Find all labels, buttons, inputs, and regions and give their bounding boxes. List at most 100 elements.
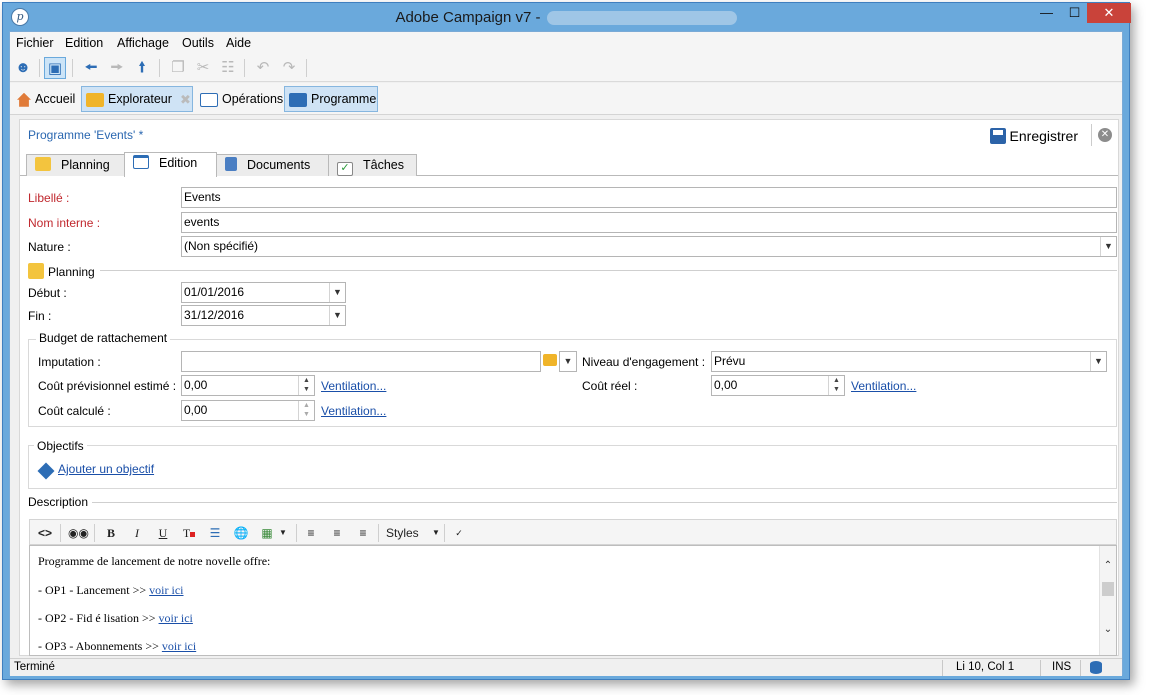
- align-right-icon[interactable]: ≡: [354, 524, 372, 542]
- minimize-button[interactable]: —: [1033, 3, 1060, 23]
- nature-label: Nature :: [28, 240, 71, 254]
- chevron-down-icon[interactable]: ▼: [329, 306, 345, 325]
- computed-cost-value: 0,00: [184, 403, 208, 417]
- underline-icon[interactable]: U: [154, 524, 172, 542]
- computed-cost-spinner[interactable]: ▲ ▼: [298, 401, 314, 420]
- forward-arrow-icon[interactable]: 🠚: [106, 57, 128, 79]
- spin-down-icon[interactable]: ▼: [299, 385, 314, 394]
- menu-outils[interactable]: Outils: [182, 36, 214, 50]
- spin-down-icon[interactable]: ▼: [829, 385, 844, 394]
- description-text: - OP1 - Lancement >>: [38, 583, 150, 597]
- scroll-up-icon[interactable]: ⌃: [1100, 558, 1116, 574]
- tab-tasks[interactable]: ✓ Tâches: [328, 154, 417, 176]
- real-cost-value: 0,00: [714, 378, 738, 392]
- toggle-view-icon[interactable]: ▣: [44, 57, 66, 79]
- ventilation-computed-link[interactable]: Ventilation...: [321, 404, 386, 418]
- chevron-down-icon[interactable]: ▼: [1100, 237, 1116, 256]
- nature-select[interactable]: (Non spécifié) ▼: [181, 236, 1117, 257]
- description-scrollbar[interactable]: ⌃ ⌄: [1099, 546, 1116, 655]
- chevron-down-icon[interactable]: ▼: [560, 352, 576, 371]
- menu-edition[interactable]: Edition: [65, 36, 103, 50]
- cut-icon[interactable]: ✂: [192, 57, 214, 79]
- chevron-down-icon[interactable]: ▼: [274, 524, 292, 542]
- close-panel-icon[interactable]: ✕: [1098, 128, 1112, 142]
- maximize-button[interactable]: ☐: [1061, 3, 1088, 23]
- internal-name-input[interactable]: events: [181, 212, 1117, 233]
- close-window-button[interactable]: ✕: [1087, 3, 1131, 23]
- op2-link[interactable]: voir ici: [159, 611, 193, 625]
- navigation-bar: Accueil Explorateur ✖ Opérations Program…: [10, 83, 1122, 115]
- scroll-thumb[interactable]: [1102, 582, 1114, 596]
- tab-bar: Planning Edition Documents ✓ Tâches: [20, 152, 1118, 177]
- tab-documents[interactable]: Documents: [216, 154, 329, 176]
- ventilation-real-link[interactable]: Ventilation...: [851, 379, 916, 393]
- imputation-input[interactable]: [181, 351, 541, 372]
- title-bar[interactable]: p Adobe Campaign v7 - — ☐ ✕: [3, 3, 1131, 31]
- window-title-wrap: Adobe Campaign v7 -: [3, 9, 1129, 26]
- align-left-icon[interactable]: ≡: [302, 524, 320, 542]
- computed-cost-input[interactable]: 0,00 ▲ ▼: [181, 400, 315, 421]
- real-cost-input[interactable]: 0,00 ▲ ▼: [711, 375, 845, 396]
- redo-icon[interactable]: ↷: [278, 57, 300, 79]
- align-center-icon[interactable]: ≡: [328, 524, 346, 542]
- toolbar-separator: [159, 59, 160, 77]
- nav-program-button[interactable]: Programme: [284, 86, 378, 112]
- add-user-icon[interactable]: ☻: [12, 57, 34, 79]
- paste-icon[interactable]: ☷: [217, 57, 239, 79]
- nav-explorer-button[interactable]: Explorateur: [81, 86, 193, 112]
- tab-tasks-label: Tâches: [363, 158, 404, 172]
- ventilation-estimated-link[interactable]: Ventilation...: [321, 379, 386, 393]
- estimated-cost-spinner[interactable]: ▲ ▼: [298, 376, 314, 395]
- bold-icon[interactable]: B: [102, 524, 120, 542]
- italic-icon[interactable]: I: [128, 524, 146, 542]
- status-separator: [1080, 660, 1081, 676]
- scroll-down-icon[interactable]: ⌄: [1100, 622, 1116, 638]
- start-label: Début :: [28, 286, 67, 300]
- find-binoculars-icon[interactable]: ◉◉: [68, 524, 89, 542]
- menu-fichier[interactable]: Fichier: [16, 36, 54, 50]
- close-explorer-icon[interactable]: ✖: [180, 92, 191, 108]
- spin-up-icon[interactable]: ▲: [299, 376, 314, 385]
- spin-down-icon[interactable]: ▼: [299, 410, 314, 419]
- copy-icon[interactable]: ❐: [167, 57, 189, 79]
- spellcheck-icon[interactable]: ✓: [450, 524, 468, 542]
- folder-icon[interactable]: [543, 354, 557, 366]
- estimated-cost-input[interactable]: 0,00 ▲ ▼: [181, 375, 315, 396]
- start-date-value: 01/01/2016: [184, 285, 245, 299]
- objectives-groupbox: [28, 445, 1117, 489]
- tab-edition[interactable]: Edition: [124, 152, 217, 177]
- spin-up-icon[interactable]: ▲: [299, 401, 314, 410]
- start-date-input[interactable]: 01/01/2016 ▼: [181, 282, 346, 303]
- nature-value: (Non spécifié): [184, 239, 259, 253]
- back-arrow-icon[interactable]: 🠘: [80, 57, 102, 79]
- insert-link-icon[interactable]: 🌐: [232, 524, 250, 542]
- menu-aide[interactable]: Aide: [226, 36, 251, 50]
- save-button[interactable]: Enregistrer: [989, 124, 1078, 148]
- menu-affichage[interactable]: Affichage: [117, 36, 169, 50]
- imputation-dropdown[interactable]: ▼: [559, 351, 577, 372]
- op1-link[interactable]: voir ici: [149, 583, 183, 597]
- up-folder-icon[interactable]: 🠙: [131, 57, 153, 79]
- op3-link[interactable]: voir ici: [162, 639, 196, 653]
- status-bar: Terminé Li 10, Col 1 INS: [10, 658, 1122, 676]
- tab-planning[interactable]: Planning: [26, 154, 125, 176]
- bullet-list-icon[interactable]: ☰: [206, 524, 224, 542]
- spin-up-icon[interactable]: ▲: [829, 376, 844, 385]
- tab-planning-label: Planning: [61, 158, 110, 172]
- description-editor[interactable]: Programme de lancement de notre novelle …: [29, 545, 1117, 656]
- libelle-input[interactable]: Events: [181, 187, 1117, 208]
- text-color-icon[interactable]: T: [180, 524, 198, 542]
- real-cost-spinner[interactable]: ▲ ▼: [828, 376, 844, 395]
- undo-icon[interactable]: ↶: [252, 57, 274, 79]
- styles-dropdown[interactable]: Styles ▼: [386, 524, 446, 542]
- nav-home-button[interactable]: Accueil: [12, 86, 78, 112]
- source-code-icon[interactable]: <>: [36, 524, 54, 542]
- chevron-down-icon[interactable]: ▼: [1090, 352, 1106, 371]
- engagement-select[interactable]: Prévu ▼: [711, 351, 1107, 372]
- add-objective-link[interactable]: Ajouter un objectif: [58, 462, 154, 476]
- program-icon: [289, 92, 307, 107]
- chevron-down-icon[interactable]: ▼: [329, 283, 345, 302]
- save-label: Enregistrer: [1009, 128, 1078, 144]
- end-date-input[interactable]: 31/12/2016 ▼: [181, 305, 346, 326]
- nav-operations-button[interactable]: Opérations: [195, 86, 283, 112]
